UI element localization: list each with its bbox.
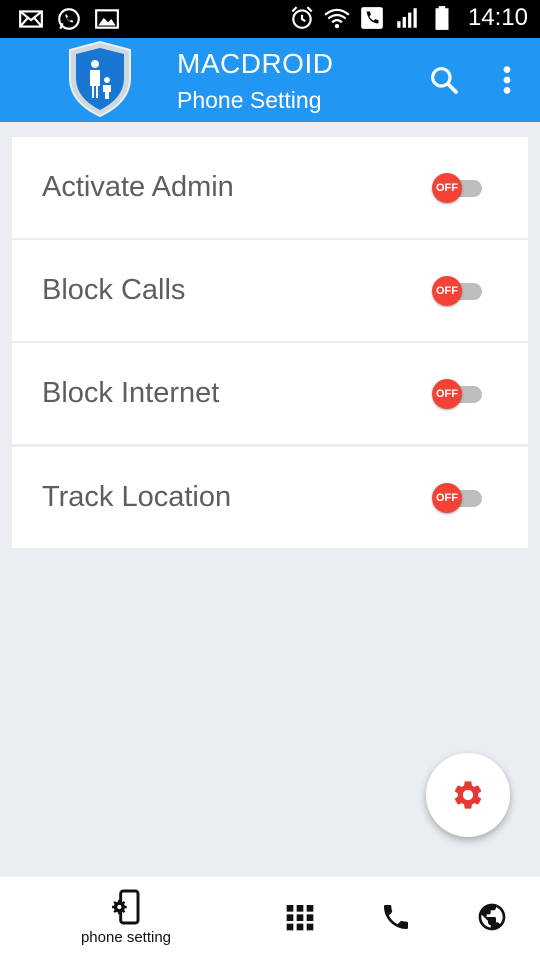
setting-row-block-calls: Block Calls OFF bbox=[12, 240, 528, 341]
toggle-knob: OFF bbox=[432, 276, 462, 306]
toggle-knob: OFF bbox=[432, 483, 462, 513]
status-bar-system: 14:10 bbox=[289, 4, 528, 32]
settings-fab[interactable] bbox=[426, 753, 510, 837]
track-location-toggle[interactable]: OFF bbox=[432, 483, 484, 513]
apps-grid-icon bbox=[286, 905, 314, 931]
nav-call[interactable] bbox=[378, 877, 414, 960]
more-vert-icon[interactable] bbox=[494, 64, 520, 96]
app-bar: MACDROID Phone Setting bbox=[0, 38, 540, 122]
block-calls-toggle[interactable]: OFF bbox=[432, 276, 484, 306]
signal-icon bbox=[397, 8, 417, 28]
status-bar-notifications bbox=[18, 6, 120, 32]
alarm-icon bbox=[291, 6, 313, 29]
toggle-knob: OFF bbox=[432, 379, 462, 409]
gallery-icon bbox=[95, 9, 119, 29]
phone-icon bbox=[384, 905, 408, 929]
status-bar: 14:10 bbox=[0, 0, 540, 38]
whatsapp-icon bbox=[58, 8, 80, 30]
setting-row-block-internet: Block Internet OFF bbox=[12, 343, 528, 444]
block-internet-toggle[interactable]: OFF bbox=[432, 379, 484, 409]
app-title: MACDROID bbox=[177, 48, 334, 79]
search-icon[interactable] bbox=[428, 64, 460, 96]
nav-web[interactable] bbox=[474, 877, 510, 960]
mail-icon bbox=[19, 10, 43, 28]
setting-label: Block Internet bbox=[42, 377, 220, 409]
toggle-knob: OFF bbox=[432, 173, 462, 203]
activate-admin-toggle[interactable]: OFF bbox=[432, 173, 484, 203]
nav-apps[interactable] bbox=[282, 877, 318, 960]
setting-row-activate-admin: Activate Admin OFF bbox=[12, 137, 528, 238]
nav-phone-setting[interactable]: phone setting bbox=[60, 877, 192, 960]
bottom-navigation: phone setting bbox=[0, 877, 540, 960]
phone-setting-icon bbox=[112, 889, 140, 925]
page-title: Phone Setting bbox=[177, 87, 322, 113]
globe-icon bbox=[478, 903, 506, 931]
clock: 14:10 bbox=[467, 4, 528, 31]
wifi-icon bbox=[324, 8, 350, 29]
call-icon bbox=[361, 7, 383, 29]
setting-label: Track Location bbox=[42, 481, 232, 513]
shield-family-icon bbox=[69, 40, 131, 118]
setting-label: Block Calls bbox=[42, 274, 186, 306]
battery-icon bbox=[435, 6, 449, 30]
setting-label: Activate Admin bbox=[42, 171, 234, 203]
setting-row-track-location: Track Location OFF bbox=[12, 447, 528, 548]
gear-icon bbox=[454, 781, 482, 809]
nav-phone-setting-label: phone setting bbox=[80, 929, 172, 946]
